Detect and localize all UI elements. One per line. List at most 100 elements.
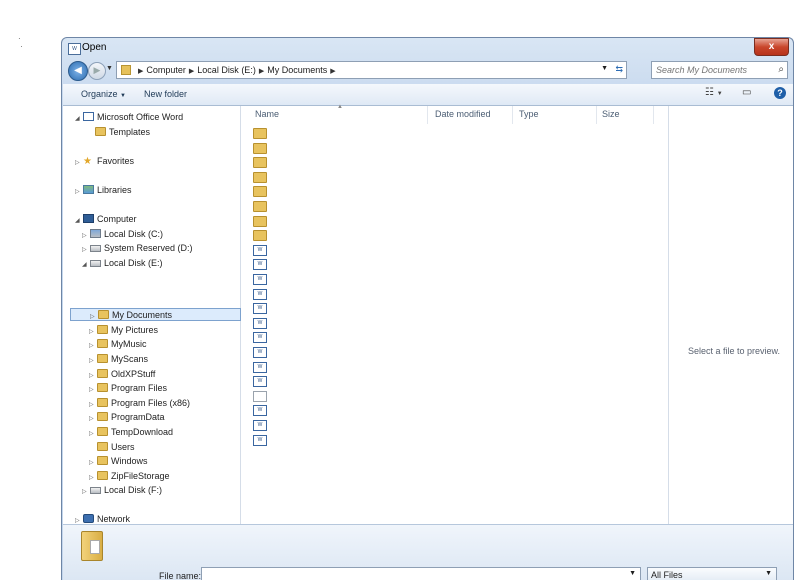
collapsed-triangle-icon[interactable]: ▷ bbox=[90, 311, 98, 324]
collapsed-triangle-icon[interactable]: ▷ bbox=[89, 457, 97, 470]
folder-icon[interactable] bbox=[253, 157, 267, 169]
folder-icon[interactable] bbox=[253, 215, 267, 227]
chevron-right-icon[interactable]: ▶ bbox=[138, 68, 143, 75]
column-divider[interactable] bbox=[512, 106, 513, 124]
nav-item-local-disk-e[interactable]: ◢ Local Disk (E:) bbox=[82, 257, 163, 270]
document-icon[interactable]: W bbox=[253, 332, 267, 344]
nav-item-windows[interactable]: ▷ Windows bbox=[89, 455, 148, 468]
document-icon[interactable] bbox=[253, 390, 267, 402]
folder-icon bbox=[97, 427, 108, 436]
file-name-field[interactable]: ▼ bbox=[201, 567, 641, 580]
expanded-triangle-icon[interactable]: ◢ bbox=[82, 259, 90, 272]
document-icon[interactable]: W bbox=[253, 434, 267, 446]
new-folder-button[interactable]: New folder bbox=[144, 89, 187, 99]
drive-icon bbox=[90, 229, 101, 238]
navigation-pane[interactable]: ◢ Microsoft Office Word Templates ▷ ★ Favor… bbox=[63, 106, 241, 524]
title-bar[interactable]: W Open x bbox=[62, 38, 793, 60]
file-type-filter[interactable]: All Files ▼ bbox=[647, 567, 777, 580]
document-icon[interactable]: W bbox=[253, 405, 267, 417]
nav-item-tempdownload[interactable]: ▷ TempDownload bbox=[89, 426, 173, 439]
document-icon[interactable]: W bbox=[253, 274, 267, 285]
collapsed-triangle-icon[interactable]: ▷ bbox=[89, 413, 97, 426]
document-icon[interactable]: W bbox=[253, 317, 267, 329]
preview-pane: Select a file to preview. bbox=[668, 106, 793, 524]
chevron-right-icon[interactable]: ▶ bbox=[330, 68, 335, 75]
drive-icon bbox=[90, 260, 101, 267]
file-list[interactable]: Name ▲ Date modified Type Size WWWWWWWWW… bbox=[241, 104, 668, 524]
collapsed-triangle-icon[interactable]: ▷ bbox=[89, 340, 97, 353]
nav-item-users[interactable]: Users bbox=[89, 441, 135, 454]
folder-icon bbox=[81, 531, 103, 561]
column-divider[interactable] bbox=[596, 106, 597, 124]
nav-item-my-pictures[interactable]: ▷ My Pictures bbox=[89, 324, 158, 337]
collapsed-triangle-icon[interactable]: ▷ bbox=[75, 186, 83, 199]
nav-item-local-disk-c[interactable]: ▷ Local Disk (C:) bbox=[82, 228, 163, 241]
help-icon[interactable]: ? bbox=[774, 87, 786, 99]
nav-item-program-files[interactable]: ▷ Program Files bbox=[89, 382, 167, 395]
column-header-size[interactable]: Size bbox=[602, 109, 620, 119]
file-name-dropdown-icon[interactable]: ▼ bbox=[629, 570, 636, 577]
organize-button[interactable]: Organize ▼ bbox=[81, 89, 126, 99]
folder-icon[interactable] bbox=[253, 128, 267, 139]
column-header-type[interactable]: Type bbox=[519, 109, 539, 119]
expanded-triangle-icon[interactable]: ◢ bbox=[75, 113, 83, 126]
document-icon[interactable]: W bbox=[253, 361, 267, 373]
forward-arrow-icon[interactable]: ▶ bbox=[88, 62, 106, 80]
folder-icon bbox=[97, 442, 108, 451]
recent-locations-chevron-icon[interactable]: ▼ bbox=[106, 65, 113, 72]
document-icon[interactable]: W bbox=[253, 244, 267, 256]
search-icon[interactable]: ⌕ bbox=[778, 64, 784, 75]
breadcrumb-computer[interactable]: Computer bbox=[146, 65, 186, 75]
nav-item-zipfilestorage[interactable]: ▷ ZipFileStorage bbox=[89, 470, 170, 483]
folder-icon[interactable] bbox=[253, 186, 267, 198]
view-options-icon[interactable]: ☷ ▼ bbox=[705, 87, 723, 98]
nav-item-favorites[interactable]: ▷ ★ Favorites bbox=[75, 155, 134, 168]
nav-item-programdata[interactable]: ▷ ProgramData bbox=[89, 411, 165, 424]
nav-item-libraries[interactable]: ▷ Libraries bbox=[75, 184, 132, 197]
collapsed-triangle-icon[interactable]: ▷ bbox=[75, 157, 83, 170]
chevron-right-icon[interactable]: ▶ bbox=[189, 68, 194, 75]
document-icon[interactable]: W bbox=[253, 288, 267, 300]
column-divider[interactable] bbox=[653, 106, 654, 124]
folder-icon[interactable] bbox=[253, 142, 267, 154]
column-header-name[interactable]: Name bbox=[255, 109, 279, 119]
search-input[interactable] bbox=[656, 65, 766, 75]
search-box[interactable]: ⌕ bbox=[651, 61, 788, 79]
address-dropdown-icon[interactable]: ▼ bbox=[601, 65, 608, 72]
folder-icon[interactable] bbox=[253, 171, 267, 183]
close-button[interactable]: x bbox=[754, 38, 789, 56]
nav-item-program-files-x86[interactable]: ▷ Program Files (x86) bbox=[89, 397, 190, 410]
folder-icon[interactable] bbox=[253, 201, 267, 212]
breadcrumb[interactable]: ▶ Computer ▶ Local Disk (E:) ▶ My Documents ▶ … bbox=[116, 61, 627, 79]
breadcrumb-my-documents[interactable]: My Documents bbox=[267, 65, 327, 75]
nav-item-oldxpstuff[interactable]: ▷ OldXPStuff bbox=[89, 368, 155, 381]
nav-item-myscans[interactable]: ▷ MyScans bbox=[89, 353, 148, 366]
back-arrow-icon[interactable]: ◀ bbox=[68, 61, 88, 81]
chevron-right-icon[interactable]: ▶ bbox=[259, 68, 264, 75]
collapsed-triangle-icon[interactable]: ▷ bbox=[89, 428, 97, 441]
nav-item-system-reserved-d[interactable]: ▷ System Reserved (D:) bbox=[82, 242, 193, 255]
breadcrumb-local-disk-e[interactable]: Local Disk (E:) bbox=[197, 65, 256, 75]
document-icon[interactable]: W bbox=[253, 347, 267, 358]
nav-item-computer[interactable]: ◢ Computer bbox=[75, 213, 137, 226]
column-header-date-modified[interactable]: Date modified bbox=[435, 109, 491, 119]
nav-item-local-disk-f[interactable]: ▷ Local Disk (F:) bbox=[82, 484, 162, 497]
expanded-triangle-icon[interactable]: ◢ bbox=[75, 215, 83, 228]
nav-item-templates[interactable]: Templates bbox=[87, 126, 150, 139]
folder-icon[interactable] bbox=[253, 230, 267, 242]
document-icon[interactable]: W bbox=[253, 420, 267, 431]
document-icon[interactable]: W bbox=[253, 376, 267, 388]
refresh-icon[interactable]: ⇆ bbox=[615, 64, 623, 75]
nav-item-my-documents[interactable]: ▷ My Documents bbox=[70, 308, 241, 321]
nav-item-mymusic[interactable]: ▷ MyMusic bbox=[89, 338, 147, 351]
column-divider[interactable] bbox=[427, 106, 428, 124]
chevron-down-icon[interactable]: ▼ bbox=[765, 570, 772, 577]
collapsed-triangle-icon[interactable]: ▷ bbox=[89, 384, 97, 397]
collapsed-triangle-icon[interactable]: ▷ bbox=[82, 486, 90, 499]
document-icon[interactable]: W bbox=[253, 259, 267, 271]
collapsed-triangle-icon[interactable]: ▷ bbox=[89, 355, 97, 368]
document-icon[interactable]: W bbox=[253, 303, 267, 315]
collapsed-triangle-icon[interactable]: ▷ bbox=[82, 244, 90, 257]
nav-item-microsoft-office-word[interactable]: ◢ Microsoft Office Word bbox=[75, 111, 183, 124]
preview-pane-icon[interactable]: ▭ bbox=[742, 87, 751, 98]
